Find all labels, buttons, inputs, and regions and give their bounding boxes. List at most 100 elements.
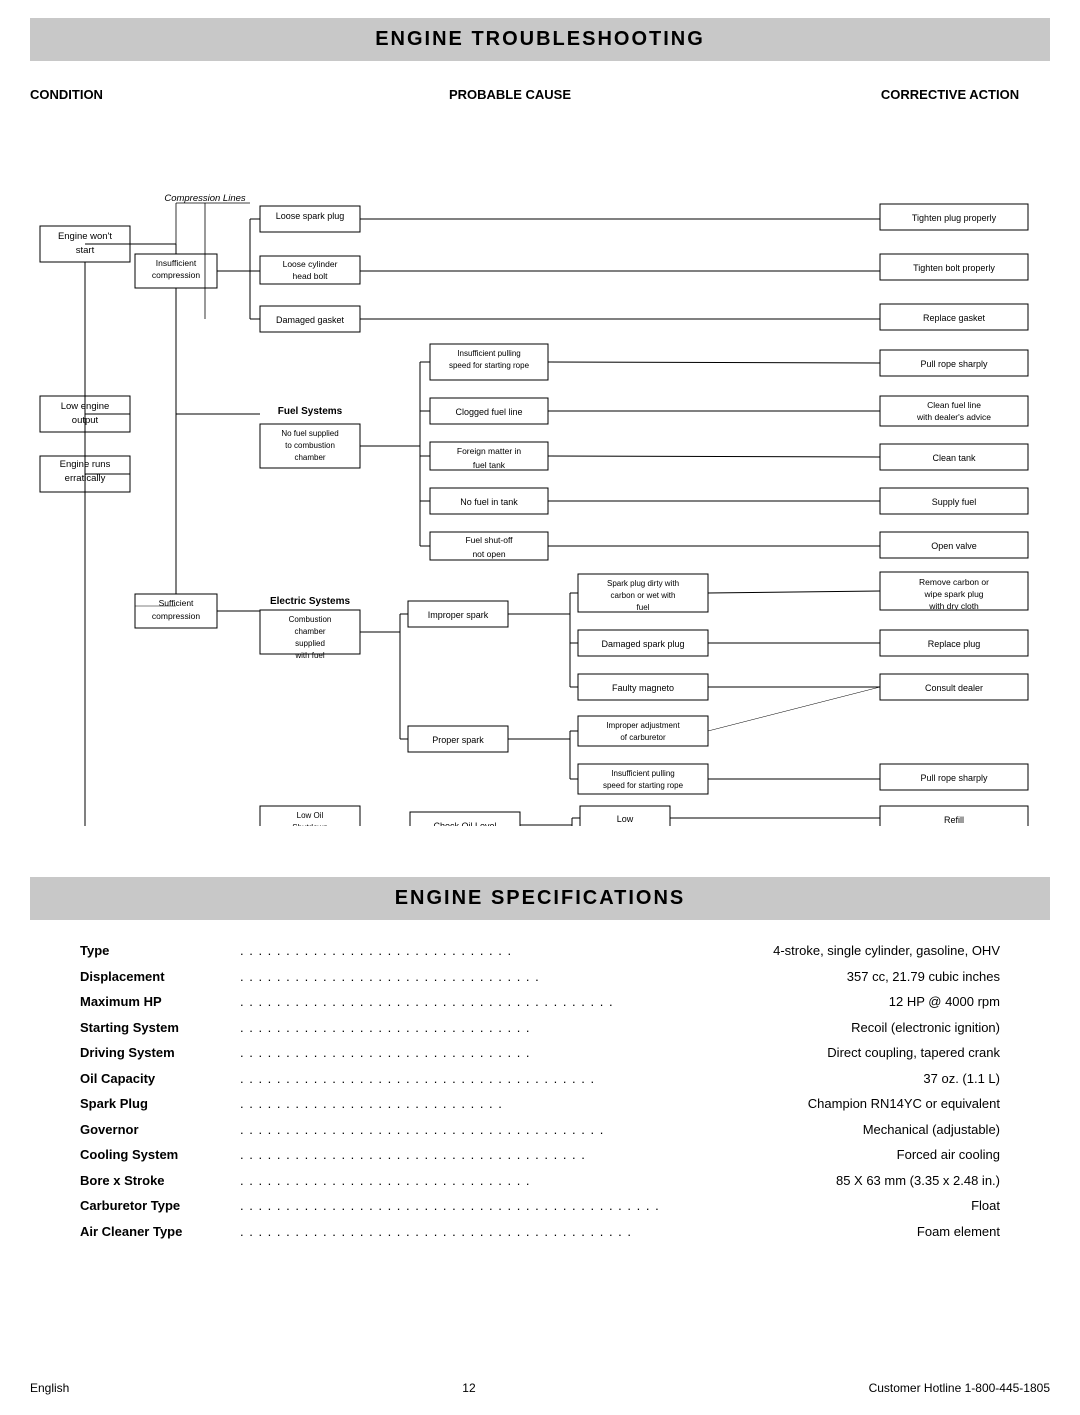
spec-row: Oil Capacity . . . . . . . . . . . . . .…	[80, 1066, 1000, 1092]
svg-text:Shutdown: Shutdown	[292, 823, 328, 826]
svg-text:speed for starting rope: speed for starting rope	[603, 781, 684, 790]
spec-dots: . . . . . . . . . . . . . . . . . . . . …	[240, 992, 889, 1012]
spec-value: 37 oz. (1.1 L)	[923, 1069, 1000, 1089]
svg-text:Pull rope sharply: Pull rope sharply	[920, 359, 988, 369]
spec-value: 12 HP @ 4000 rpm	[889, 992, 1000, 1012]
svg-text:Damaged gasket: Damaged gasket	[276, 315, 345, 325]
svg-text:Spark plug dirty with: Spark plug dirty with	[607, 579, 679, 588]
spec-label: Oil Capacity	[80, 1069, 240, 1089]
page-footer: English 12 Customer Hotline 1-800-445-18…	[30, 1381, 1050, 1395]
svg-text:Faulty magneto: Faulty magneto	[612, 683, 674, 693]
svg-text:chamber: chamber	[294, 453, 325, 462]
svg-text:No fuel in tank: No fuel in tank	[460, 497, 518, 507]
svg-text:Clean fuel line: Clean fuel line	[927, 400, 981, 410]
specs-header: ENGINE SPECIFICATIONS	[30, 877, 1050, 920]
spec-label: Maximum HP	[80, 992, 240, 1012]
svg-text:head bolt: head bolt	[293, 271, 329, 281]
spec-row: Driving System . . . . . . . . . . . . .…	[80, 1040, 1000, 1066]
svg-text:Insufficient pulling: Insufficient pulling	[457, 349, 520, 358]
svg-text:Sufficient: Sufficient	[159, 598, 194, 608]
svg-text:Improper spark: Improper spark	[428, 610, 489, 620]
spec-dots: . . . . . . . . . . . . . . . . . . . . …	[240, 1069, 923, 1089]
svg-text:Improper adjustment: Improper adjustment	[606, 721, 680, 730]
spec-row: Air Cleaner Type . . . . . . . . . . . .…	[80, 1219, 1000, 1245]
spec-row: Bore x Stroke . . . . . . . . . . . . . …	[80, 1168, 1000, 1194]
svg-text:with dry cloth: with dry cloth	[928, 601, 979, 611]
spec-row: Displacement . . . . . . . . . . . . . .…	[80, 964, 1000, 990]
svg-text:Low: Low	[617, 814, 634, 824]
svg-text:Insufficient pulling: Insufficient pulling	[611, 769, 674, 778]
svg-text:Combustion: Combustion	[289, 615, 332, 624]
svg-text:Replace plug: Replace plug	[928, 639, 981, 649]
spec-value: Foam element	[917, 1222, 1000, 1242]
svg-text:Supply fuel: Supply fuel	[932, 497, 977, 507]
spec-dots: . . . . . . . . . . . . . . . . . . . . …	[240, 1120, 863, 1140]
troubleshooting-title: ENGINE TROUBLESHOOTING	[30, 28, 1050, 51]
svg-text:Insufficient: Insufficient	[156, 258, 197, 268]
svg-text:of carburetor: of carburetor	[620, 733, 666, 742]
svg-text:compression: compression	[152, 611, 200, 621]
specs-title: ENGINE SPECIFICATIONS	[30, 887, 1050, 910]
svg-text:Consult dealer: Consult dealer	[925, 683, 983, 693]
spec-row: Type . . . . . . . . . . . . . . . . . .…	[80, 938, 1000, 964]
spec-dots: . . . . . . . . . . . . . . . . . . . . …	[240, 941, 773, 961]
svg-text:Electric Systems: Electric Systems	[270, 596, 350, 607]
spec-row: Carburetor Type . . . . . . . . . . . . …	[80, 1193, 1000, 1219]
svg-text:Tighten bolt properly: Tighten bolt properly	[913, 263, 995, 273]
diagram-area: CONDITION PROBABLE CAUSE CORRECTIVE ACTI…	[30, 79, 1050, 859]
spec-label: Air Cleaner Type	[80, 1222, 240, 1242]
spec-label: Driving System	[80, 1043, 240, 1063]
corrective-header: CORRECTIVE ACTION	[850, 87, 1050, 102]
spec-label: Carburetor Type	[80, 1196, 240, 1216]
svg-text:Loose cylinder: Loose cylinder	[283, 259, 338, 269]
probable-header: PROBABLE CAUSE	[170, 87, 850, 102]
spec-label: Starting System	[80, 1018, 240, 1038]
spec-value: Mechanical (adjustable)	[863, 1120, 1000, 1140]
spec-dots: . . . . . . . . . . . . . . . . . . . . …	[240, 1145, 897, 1165]
svg-text:fuel tank: fuel tank	[473, 460, 506, 470]
spec-dots: . . . . . . . . . . . . . . . . . . . . …	[240, 1222, 917, 1242]
footer-language: English	[30, 1381, 69, 1395]
spec-label: Bore x Stroke	[80, 1171, 240, 1191]
svg-text:Pull rope sharply: Pull rope sharply	[920, 773, 988, 783]
svg-text:Engine won't: Engine won't	[58, 231, 112, 242]
svg-text:with dealer's advice: with dealer's advice	[916, 412, 991, 422]
svg-text:Damaged spark plug: Damaged spark plug	[601, 639, 684, 649]
svg-text:wipe spark plug: wipe spark plug	[923, 589, 983, 599]
svg-text:compression: compression	[152, 270, 200, 280]
spec-value: Recoil (electronic ignition)	[851, 1018, 1000, 1038]
svg-text:Loose spark plug: Loose spark plug	[276, 211, 345, 221]
spec-value: Forced air cooling	[897, 1145, 1000, 1165]
troubleshooting-header: ENGINE TROUBLESHOOTING	[30, 18, 1050, 61]
spec-value: 357 cc, 21.79 cubic inches	[847, 967, 1000, 987]
spec-dots: . . . . . . . . . . . . . . . . . . . . …	[240, 1043, 827, 1063]
spec-value: Float	[971, 1196, 1000, 1216]
svg-text:Low Oil: Low Oil	[297, 811, 324, 820]
svg-text:Fuel shut-off: Fuel shut-off	[465, 535, 513, 545]
condition-header: CONDITION	[30, 87, 170, 102]
svg-text:Compression Lines: Compression Lines	[164, 193, 246, 204]
svg-text:not open: not open	[472, 549, 505, 559]
spec-row: Maximum HP . . . . . . . . . . . . . . .…	[80, 989, 1000, 1015]
svg-text:Tighten plug properly: Tighten plug properly	[912, 213, 997, 223]
spec-dots: . . . . . . . . . . . . . . . . . . . . …	[240, 1094, 808, 1114]
svg-text:Replace gasket: Replace gasket	[923, 313, 986, 323]
svg-text:No fuel supplied: No fuel supplied	[281, 429, 338, 438]
spec-value: Champion RN14YC or equivalent	[808, 1094, 1000, 1114]
spec-dots: . . . . . . . . . . . . . . . . . . . . …	[240, 1018, 851, 1038]
svg-text:start: start	[76, 245, 95, 256]
svg-text:carbon or wet with: carbon or wet with	[611, 591, 676, 600]
svg-text:speed for starting rope: speed for starting rope	[449, 361, 530, 370]
spec-label: Displacement	[80, 967, 240, 987]
svg-text:Remove carbon or: Remove carbon or	[919, 577, 989, 587]
svg-text:Clean tank: Clean tank	[932, 453, 976, 463]
spec-value: 4-stroke, single cylinder, gasoline, OHV	[773, 941, 1000, 961]
spec-dots: . . . . . . . . . . . . . . . . . . . . …	[240, 967, 847, 987]
specs-table: Type . . . . . . . . . . . . . . . . . .…	[80, 938, 1000, 1244]
footer-page-number: 12	[69, 1381, 868, 1395]
svg-text:Clogged fuel line: Clogged fuel line	[455, 407, 522, 417]
spec-label: Spark Plug	[80, 1094, 240, 1114]
svg-text:to combustion: to combustion	[285, 441, 335, 450]
column-headers: CONDITION PROBABLE CAUSE CORRECTIVE ACTI…	[30, 79, 1050, 106]
svg-text:supplied: supplied	[295, 639, 325, 648]
